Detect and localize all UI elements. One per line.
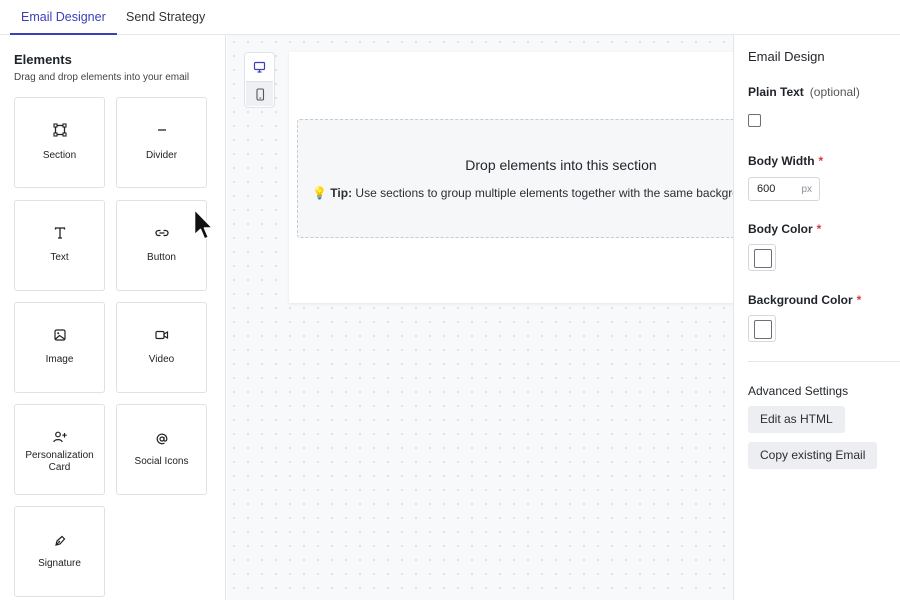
required-mark: * <box>818 154 824 168</box>
elements-panel: Elements Drag and drop elements into you… <box>0 35 226 600</box>
device-toggle <box>244 52 275 108</box>
required-mark: * <box>856 293 862 307</box>
element-card-label: Personalization Card <box>25 450 94 473</box>
body-color-swatch[interactable] <box>748 244 776 271</box>
body-width-value: 600 <box>757 183 776 195</box>
element-card-label: Image <box>45 354 74 365</box>
element-card-image[interactable]: Image <box>14 302 105 393</box>
edit-as-html-button[interactable]: Edit as HTML <box>748 406 845 433</box>
body-width-unit: px <box>801 184 812 195</box>
email-canvas[interactable]: Drop elements into this section 💡 Tip: U… <box>227 35 733 600</box>
element-card-video[interactable]: Video <box>116 302 207 393</box>
desktop-icon <box>253 61 266 73</box>
drop-zone-title: Drop elements into this section <box>465 157 657 173</box>
element-card-label: Signature <box>38 558 81 569</box>
element-card-text[interactable]: Text <box>14 200 105 291</box>
element-card-divider[interactable]: Divider <box>116 97 207 188</box>
tip-text: Use sections to group multiple elements … <box>355 186 733 200</box>
element-card-label: Social Icons <box>134 456 189 467</box>
video-icon <box>117 328 206 342</box>
body-width-label: Body Width * <box>748 154 824 168</box>
tab-send-strategy[interactable]: Send Strategy <box>115 0 216 35</box>
element-card-label: Section <box>42 150 77 161</box>
panel-divider <box>748 361 900 362</box>
image-icon <box>15 328 104 342</box>
text-icon <box>15 226 104 240</box>
plain-text-label: Plain Text (optional) <box>748 85 860 99</box>
element-card-personalization[interactable]: Personalization Card <box>14 404 105 495</box>
background-color-label: Background Color * <box>748 293 862 307</box>
section-drop-zone[interactable]: Drop elements into this section 💡 Tip: U… <box>297 119 733 238</box>
optional-hint: (optional) <box>809 85 860 99</box>
top-tab-bar: Email Designer Send Strategy <box>0 0 900 35</box>
divider-icon <box>117 123 206 137</box>
email-design-panel: Email Design Plain Text (optional) Body W… <box>733 35 900 600</box>
tab-email-designer[interactable]: Email Designer <box>10 0 117 35</box>
element-card-label: Text <box>50 252 69 263</box>
body-color-label: Body Color * <box>748 222 822 236</box>
section-icon <box>15 123 104 137</box>
link-icon <box>117 226 206 240</box>
elements-subtitle: Drag and drop elements into your email <box>14 72 190 83</box>
mobile-icon <box>255 87 265 101</box>
required-mark: * <box>816 222 822 236</box>
at-icon <box>117 432 206 446</box>
element-card-section[interactable]: Section <box>14 97 105 188</box>
plain-text-checkbox[interactable] <box>748 114 761 127</box>
advanced-settings-title: Advanced Settings <box>748 384 849 398</box>
drop-zone-tip: 💡 Tip: Use sections to group multiple el… <box>312 186 733 200</box>
element-card-label: Video <box>148 354 175 365</box>
desktop-view-button[interactable] <box>246 54 273 79</box>
copy-existing-email-button[interactable]: Copy existing Email <box>748 442 878 469</box>
mobile-view-button[interactable] <box>246 81 273 106</box>
lightbulb-icon: 💡 <box>312 186 327 200</box>
tip-label: Tip: <box>330 186 353 200</box>
element-card-label: Button <box>147 252 176 263</box>
element-card-label: Divider <box>145 150 178 161</box>
email-body[interactable]: Drop elements into this section 💡 Tip: U… <box>289 52 733 303</box>
pen-icon <box>15 534 104 548</box>
elements-title: Elements <box>14 52 72 67</box>
element-card-button[interactable]: Button <box>116 200 207 291</box>
element-card-signature[interactable]: Signature <box>14 506 105 597</box>
user-plus-icon <box>15 430 104 444</box>
element-card-social-icons[interactable]: Social Icons <box>116 404 207 495</box>
background-color-swatch[interactable] <box>748 315 776 342</box>
email-design-title: Email Design <box>748 49 825 64</box>
body-width-input[interactable]: 600 px <box>748 177 820 201</box>
